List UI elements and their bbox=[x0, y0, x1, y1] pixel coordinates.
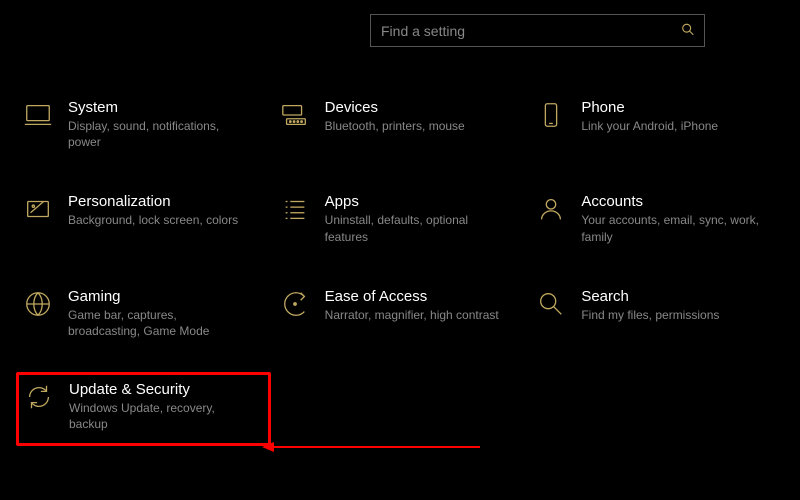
tile-desc: Link your Android, iPhone bbox=[581, 118, 761, 134]
ease-of-access-icon bbox=[279, 288, 311, 320]
tile-desc: Display, sound, notifications, power bbox=[68, 118, 248, 150]
tile-search[interactable]: Search Find my files, permissions bbox=[533, 284, 780, 343]
tile-title: Gaming bbox=[68, 288, 265, 305]
apps-icon bbox=[279, 193, 311, 225]
tile-desc: Bluetooth, printers, mouse bbox=[325, 118, 505, 134]
tile-update-security[interactable]: Update & Security Windows Update, recove… bbox=[16, 372, 271, 445]
tile-desc: Game bar, captures, broadcasting, Game M… bbox=[68, 307, 248, 339]
tile-desc: Windows Update, recovery, backup bbox=[69, 400, 249, 432]
tile-title: Devices bbox=[325, 99, 522, 116]
tile-title: System bbox=[68, 99, 265, 116]
search-container bbox=[370, 14, 705, 47]
tile-desc: Narrator, magnifier, high contrast bbox=[325, 307, 505, 323]
update-security-icon bbox=[23, 381, 55, 413]
search-tile-icon bbox=[535, 288, 567, 320]
tile-apps[interactable]: Apps Uninstall, defaults, optional featu… bbox=[277, 189, 524, 248]
phone-icon bbox=[535, 99, 567, 131]
tile-phone[interactable]: Phone Link your Android, iPhone bbox=[533, 95, 780, 154]
tile-title: Accounts bbox=[581, 193, 778, 210]
tile-desc: Uninstall, defaults, optional features bbox=[325, 212, 505, 244]
tile-ease-of-access[interactable]: Ease of Access Narrator, magnifier, high… bbox=[277, 284, 524, 343]
tile-gaming[interactable]: Gaming Game bar, captures, broadcasting,… bbox=[20, 284, 267, 343]
system-icon bbox=[22, 99, 54, 131]
tile-devices[interactable]: Devices Bluetooth, printers, mouse bbox=[277, 95, 524, 154]
tile-accounts[interactable]: Accounts Your accounts, email, sync, wor… bbox=[533, 189, 780, 248]
devices-icon bbox=[279, 99, 311, 131]
tile-title: Apps bbox=[325, 193, 522, 210]
tile-system[interactable]: System Display, sound, notifications, po… bbox=[20, 95, 267, 154]
tile-title: Search bbox=[581, 288, 778, 305]
tile-title: Ease of Access bbox=[325, 288, 522, 305]
tile-title: Personalization bbox=[68, 193, 265, 210]
tile-title: Phone bbox=[581, 99, 778, 116]
personalization-icon bbox=[22, 193, 54, 225]
tile-desc: Find my files, permissions bbox=[581, 307, 761, 323]
gaming-icon bbox=[22, 288, 54, 320]
accounts-icon bbox=[535, 193, 567, 225]
tile-desc: Your accounts, email, sync, work, family bbox=[581, 212, 761, 244]
tile-title: Update & Security bbox=[69, 381, 264, 398]
search-input[interactable] bbox=[370, 14, 705, 47]
annotation-arrow bbox=[262, 440, 482, 454]
tile-personalization[interactable]: Personalization Background, lock screen,… bbox=[20, 189, 267, 248]
settings-grid: System Display, sound, notifications, po… bbox=[20, 95, 780, 436]
tile-desc: Background, lock screen, colors bbox=[68, 212, 248, 228]
